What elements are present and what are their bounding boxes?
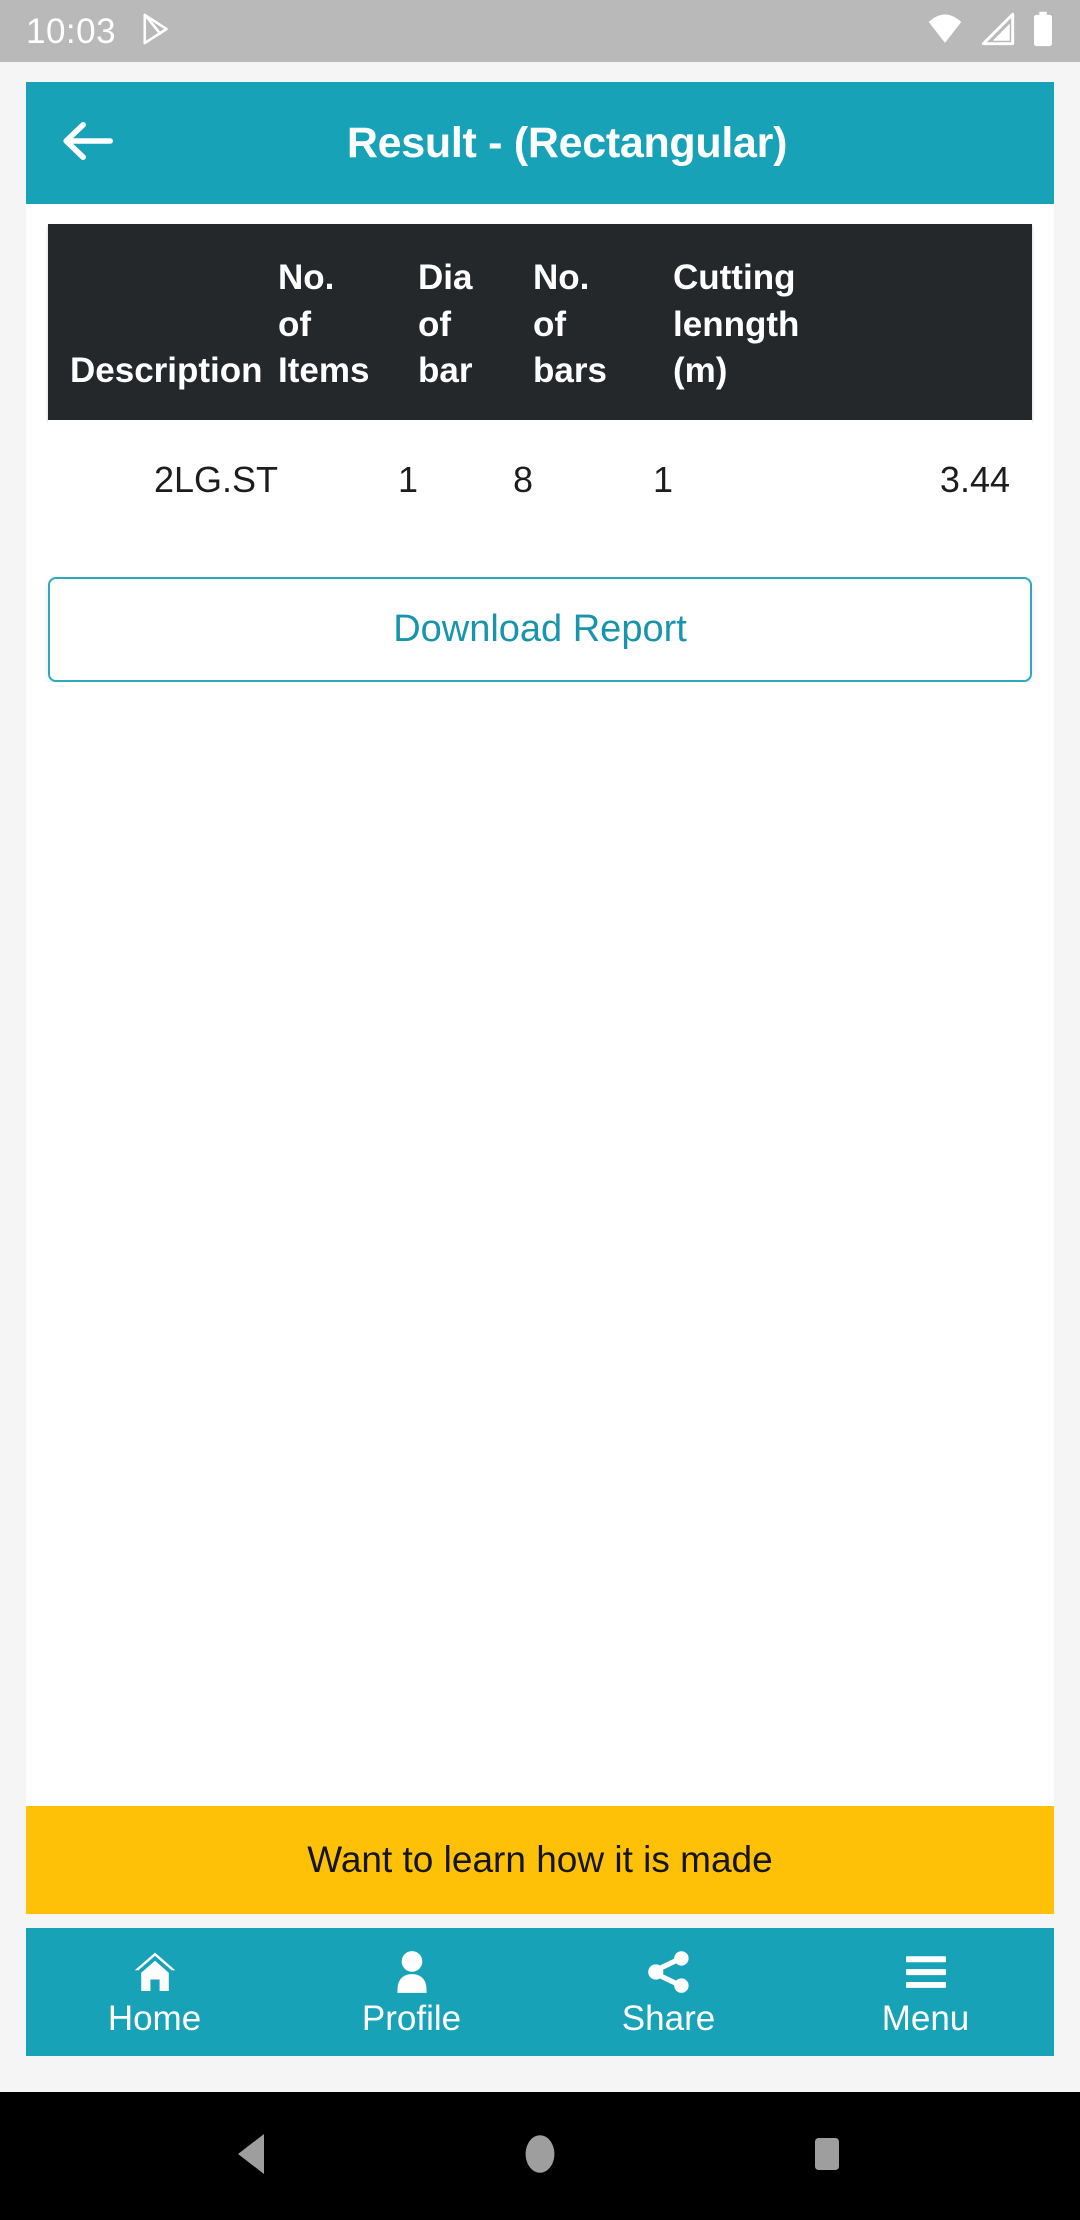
column-header-description: Description: [70, 350, 263, 390]
phone-screen: 10:03 Result - (Rectangular) Description…: [0, 0, 1080, 2220]
back-arrow-icon: [60, 119, 114, 167]
back-button[interactable]: [54, 110, 120, 176]
cell-dia-of-bar: 8: [512, 459, 533, 500]
nav-label-home: Home: [107, 1998, 202, 2038]
page-title: Result - (Rectangular): [346, 118, 788, 167]
nav-item-share[interactable]: Share: [540, 1928, 797, 2056]
cell-description: 2LG.ST: [153, 459, 278, 500]
android-back-icon: [231, 2131, 275, 2181]
nav-item-profile[interactable]: Profile: [283, 1928, 540, 2056]
nav-bottom-gap: [0, 2056, 1080, 2092]
nav-label-profile: Profile: [361, 1998, 462, 2038]
app-bar: Result - (Rectangular): [26, 82, 1054, 204]
play-store-icon: [138, 11, 174, 51]
column-header-no-of-bars: No. of bars: [533, 258, 607, 390]
table-body: 2LG.ST 1 8 1 3.44: [48, 420, 1032, 532]
content-card: Description No. of Items Dia of bar No. …: [26, 204, 1054, 1806]
android-recents-icon: [807, 2131, 847, 2181]
column-header-dia-of-bar: Dia of bar: [418, 258, 473, 390]
share-icon: [647, 1949, 691, 1995]
banner-nav-divider: [0, 1914, 1080, 1928]
android-home-button[interactable]: [495, 2111, 585, 2201]
android-home-icon: [520, 2131, 560, 2181]
nav-label-share: Share: [621, 1998, 716, 2038]
download-report-button[interactable]: Download Report: [48, 577, 1032, 683]
column-header-no-of-items: No. of Items: [278, 258, 370, 390]
status-bar-left: 10:03: [26, 11, 174, 51]
home-icon: [132, 1949, 178, 1995]
android-system-navigation: [0, 2092, 1080, 2220]
bottom-navigation-bar: Home Profile Share Menu: [26, 1928, 1054, 2056]
nav-item-home[interactable]: Home: [26, 1928, 283, 2056]
app-area: Result - (Rectangular) Description No. o…: [0, 62, 1080, 2092]
column-header-cutting-length: Cutting lenngth (m): [673, 258, 800, 390]
table-row: 2LG.ST 1 8 1 3.44: [48, 420, 1032, 531]
content-empty-space: [26, 682, 1054, 1806]
status-bar: 10:03: [0, 0, 1080, 62]
wifi-icon: [926, 12, 964, 50]
nav-label-menu: Menu: [881, 1998, 970, 2038]
nav-item-menu[interactable]: Menu: [797, 1928, 1054, 2056]
cell-no-of-bars: 1: [652, 459, 673, 500]
cell-no-of-items: 1: [397, 459, 418, 500]
person-icon: [392, 1949, 432, 1995]
hamburger-menu-icon: [903, 1949, 949, 1995]
android-recents-button[interactable]: [782, 2111, 872, 2201]
android-back-button[interactable]: [208, 2111, 298, 2201]
table-header-row: Description No. of Items Dia of bar No. …: [48, 224, 1032, 420]
cell-cutting-length: 3.44: [939, 459, 1010, 500]
battery-icon: [1032, 11, 1054, 51]
cellular-signal-icon: [980, 12, 1016, 50]
status-bar-clock: 10:03: [26, 11, 117, 51]
status-bar-right: [926, 11, 1054, 51]
results-table: Description No. of Items Dia of bar No. …: [48, 224, 1032, 532]
learn-how-it-is-made-banner[interactable]: Want to learn how it is made: [26, 1806, 1054, 1914]
